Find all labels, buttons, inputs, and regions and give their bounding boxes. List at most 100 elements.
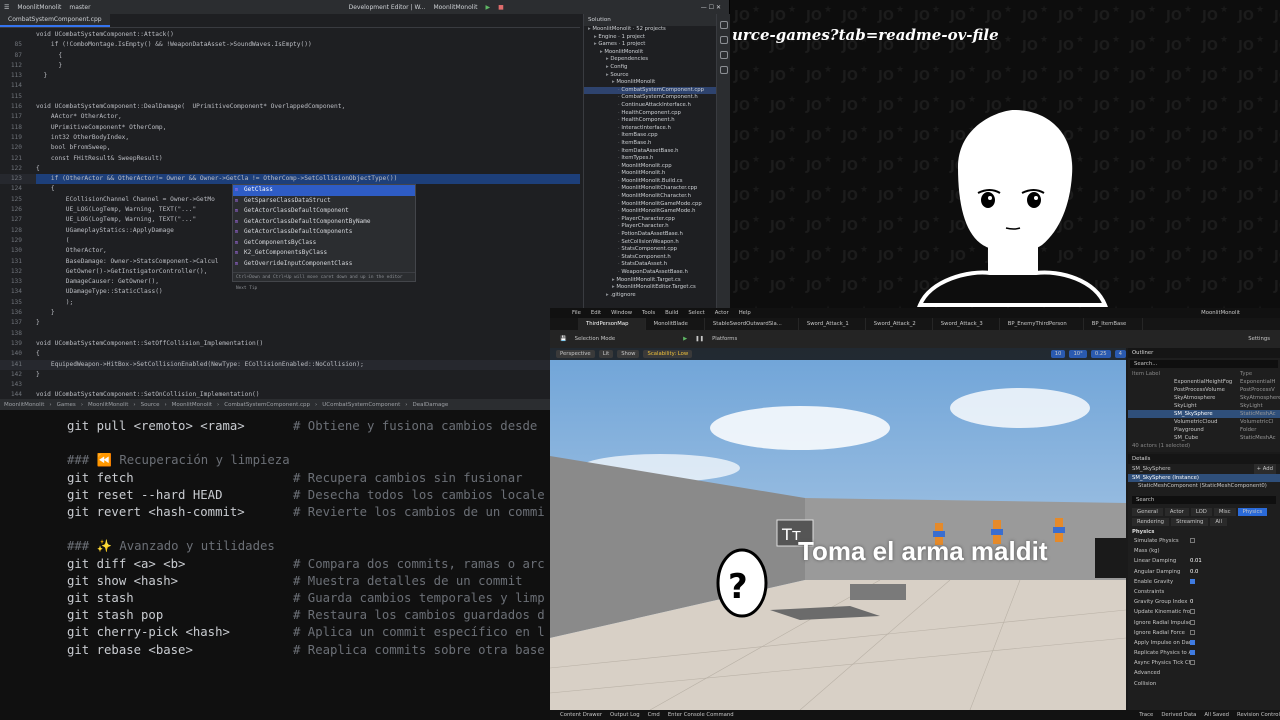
status-item-right[interactable]: Trace: [1139, 712, 1153, 718]
solution-node[interactable]: · ItemBase.cpp: [584, 132, 716, 140]
viewport-snap-value[interactable]: 0.25: [1090, 350, 1111, 358]
window-controls[interactable]: — ☐ ✕: [701, 4, 729, 11]
menu-item[interactable]: Help: [739, 310, 751, 316]
stop-icon[interactable]: ■: [498, 4, 504, 11]
solution-node[interactable]: ▸ MoonlitMonolit.Target.cs: [584, 277, 716, 285]
solution-node[interactable]: · StatsComponent.cpp: [584, 246, 716, 254]
viewport-snap-value[interactable]: 10: [1050, 350, 1066, 358]
menu-item[interactable]: Window: [611, 310, 632, 316]
asset-tab[interactable]: Sword_Attack_3: [933, 318, 1000, 330]
menu-item[interactable]: Tools: [642, 310, 655, 316]
filter-chip[interactable]: All: [1210, 518, 1227, 526]
solution-node[interactable]: · MoonlitMonolitGameMode.h: [584, 208, 716, 216]
outliner-search[interactable]: Search...: [1130, 360, 1278, 368]
solution-node[interactable]: · MoonlitMonolitCharacter.cpp: [584, 185, 716, 193]
run-config-selector[interactable]: MoonlitMonolit: [433, 4, 477, 11]
property-checkbox[interactable]: [1190, 578, 1195, 584]
play-icon[interactable]: ▶: [683, 336, 687, 342]
details-instance[interactable]: SM_SkySphere (Instance): [1128, 474, 1280, 482]
menu-item[interactable]: Actor: [715, 310, 729, 316]
solution-node[interactable]: · MoonlitMonolit.Build.cs: [584, 178, 716, 186]
solution-node[interactable]: · ItemBase.h: [584, 140, 716, 148]
solution-node[interactable]: · PlayerCharacter.h: [584, 223, 716, 231]
viewport-snap-value[interactable]: 10°: [1069, 350, 1087, 358]
outliner-row[interactable]: ExponentialHeightFog ExponentialH: [1128, 378, 1280, 386]
database-icon[interactable]: [719, 36, 728, 44]
selection-mode-button[interactable]: Selection Mode: [575, 336, 616, 342]
breadcrumb-item[interactable]: MoonlitMonolit: [172, 402, 212, 408]
autocomplete-item[interactable]: GetActorClassDefaultComponentByName: [233, 217, 415, 228]
solution-node[interactable]: · HealthComponent.h: [584, 117, 716, 125]
status-item-right[interactable]: Revision Control: [1237, 712, 1280, 718]
col-type[interactable]: Type: [1240, 370, 1280, 378]
autocomplete-item[interactable]: GetActorClassDefaultComponent: [233, 206, 415, 217]
filter-chip[interactable]: General: [1132, 508, 1163, 516]
outliner-row[interactable]: Playground Folder: [1128, 426, 1280, 434]
filter-chip[interactable]: LOD: [1190, 508, 1212, 516]
solution-node[interactable]: · MoonlitMonolit.cpp: [584, 163, 716, 171]
breadcrumb-item[interactable]: CombatSystemComponent.cpp: [224, 402, 310, 408]
solution-node[interactable]: · PlayerCharacter.cpp: [584, 216, 716, 224]
viewport-chip[interactable]: Scalability: Low: [643, 350, 693, 358]
solution-node[interactable]: ▸ Games · 1 project: [584, 41, 716, 49]
asset-tab[interactable]: Sword_Attack_2: [866, 318, 933, 330]
breadcrumb-item[interactable]: UCombatSystemComponent: [322, 402, 400, 408]
viewport-chip[interactable]: Lit: [598, 350, 614, 358]
add-component-button[interactable]: + Add: [1253, 464, 1276, 474]
solution-node[interactable]: · ItemTypes.h: [584, 155, 716, 163]
solution-node[interactable]: · MoonlitMonolitCharacter.h: [584, 193, 716, 201]
breadcrumb-item[interactable]: DealDamage: [412, 402, 448, 408]
col-item-label[interactable]: Item Label: [1132, 370, 1160, 378]
asset-tab[interactable]: BP_EnemyThirdPerson: [1000, 318, 1084, 330]
property-checkbox[interactable]: [1190, 538, 1195, 543]
asset-tab[interactable]: MonolitBlade: [646, 318, 705, 330]
solution-node[interactable]: · InteractInterface.h: [584, 125, 716, 133]
property-checkbox[interactable]: [1190, 619, 1195, 625]
save-icon[interactable]: 💾: [560, 336, 567, 342]
solution-node[interactable]: ▸ Source: [584, 72, 716, 80]
branch-selector[interactable]: master: [69, 4, 90, 11]
breadcrumb-item[interactable]: Games: [57, 402, 76, 408]
run-icon[interactable]: ▶: [485, 4, 490, 11]
property-checkbox[interactable]: [1190, 650, 1195, 656]
solution-node[interactable]: · ItemDataAssetBase.h: [584, 148, 716, 156]
property-value[interactable]: 0: [1190, 597, 1193, 607]
autocomplete-item[interactable]: K2_GetComponentsByClass: [233, 248, 415, 259]
solution-node[interactable]: ▸ Config: [584, 64, 716, 72]
details-search[interactable]: Search: [1132, 496, 1276, 504]
solution-node[interactable]: · MoonlitMonolitGameMode.cpp: [584, 201, 716, 209]
solution-node[interactable]: ▸ Engine · 1 project: [584, 34, 716, 42]
outliner-row[interactable]: SM_SkySphere StaticMeshAc: [1128, 410, 1280, 418]
breadcrumb-item[interactable]: MoonlitMonolit: [4, 402, 44, 408]
menu-item[interactable]: Edit: [591, 310, 601, 316]
details-component[interactable]: StaticMeshComponent (StaticMeshComponent…: [1128, 482, 1280, 490]
status-item-right[interactable]: All Saved: [1204, 712, 1229, 718]
status-item[interactable]: Output Log: [610, 712, 640, 718]
unreal-icon[interactable]: [719, 66, 728, 74]
solution-node[interactable]: ▸ Dependencies: [584, 56, 716, 64]
solution-node[interactable]: ▸ .gitignore: [584, 292, 716, 300]
solution-node[interactable]: · SetCollisionWeapon.h: [584, 239, 716, 247]
property-value[interactable]: 0.01: [1190, 556, 1202, 566]
asset-tab[interactable]: BP_ItemBase: [1084, 318, 1144, 330]
tab-combat-system-component[interactable]: CombatSystemComponent.cpp: [0, 14, 110, 27]
menu-item[interactable]: Build: [665, 310, 678, 316]
autocomplete-popup[interactable]: GetClassGetSparseClassDataStructGetActor…: [232, 184, 416, 291]
autocomplete-item[interactable]: GetOverrideInputComponentClass: [233, 259, 415, 270]
property-checkbox[interactable]: [1190, 629, 1195, 635]
notifications-icon[interactable]: [719, 21, 728, 29]
outliner-row[interactable]: SkyLight SkyLight: [1128, 402, 1280, 410]
solution-node[interactable]: · WeaponDataAssetBase.h: [584, 269, 716, 277]
viewport-snap-value[interactable]: 4: [1114, 350, 1126, 358]
asset-tab[interactable]: ThirdPersonMap: [578, 318, 646, 330]
solution-node[interactable]: · CombatSystemComponent.h: [584, 94, 716, 102]
viewport-chip[interactable]: Perspective: [556, 350, 595, 358]
solution-node[interactable]: · HealthComponent.cpp: [584, 110, 716, 118]
physics-section[interactable]: Physics: [1128, 528, 1280, 536]
solution-node[interactable]: ▸ MoonlitMonolit: [584, 49, 716, 57]
solution-node[interactable]: ▸ MoonlitMonolit · 52 projects: [584, 26, 716, 34]
solution-node[interactable]: · MoonlitMonolit.h: [584, 170, 716, 178]
outliner-row[interactable]: VolumetricCloud VolumetricCl: [1128, 418, 1280, 426]
breadcrumb-item[interactable]: MoonlitMonolit: [88, 402, 128, 408]
outliner-row[interactable]: SkyAtmosphere SkyAtmosphere: [1128, 394, 1280, 402]
